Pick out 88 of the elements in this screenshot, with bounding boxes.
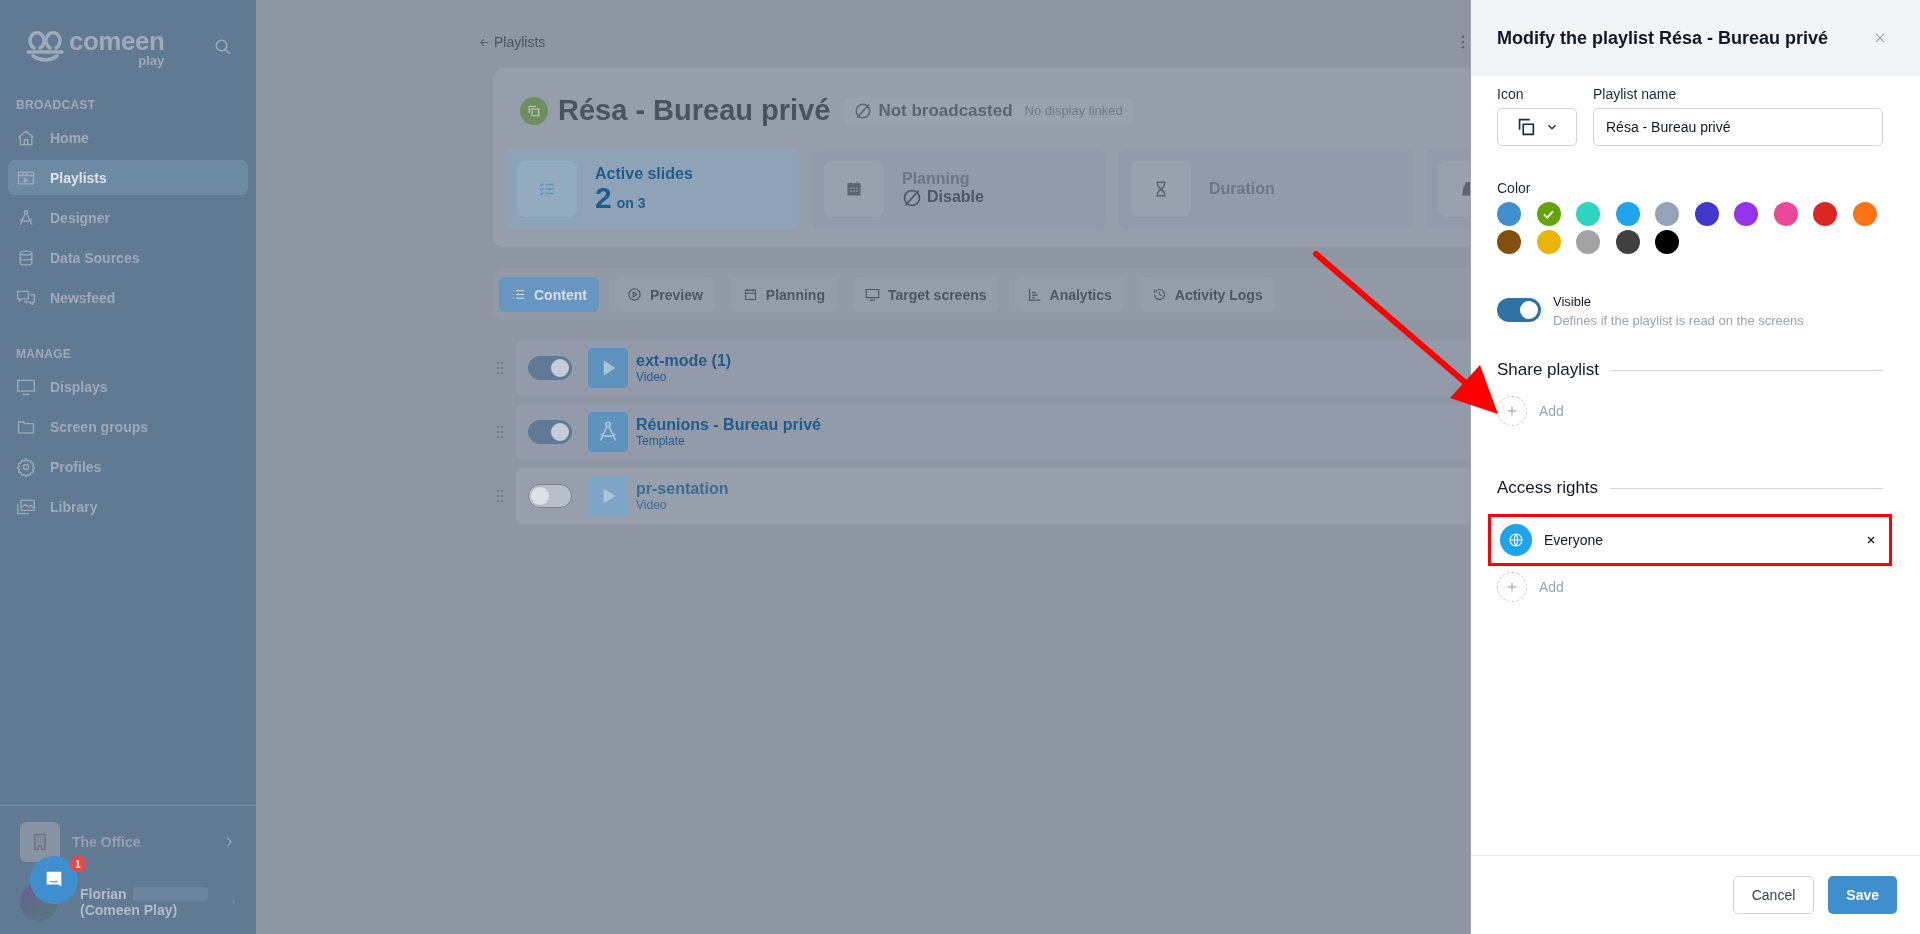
stat-value: Disable <box>927 188 984 206</box>
search-icon[interactable] <box>214 38 232 56</box>
calendar-icon <box>845 180 863 198</box>
cancel-button[interactable]: Cancel <box>1732 876 1815 914</box>
tab[interactable]: Content <box>499 277 599 312</box>
toggle-switch[interactable] <box>528 356 572 380</box>
slide-type: Video <box>636 498 668 512</box>
user-organization: (Comeen Play) <box>80 902 179 918</box>
access-name: Everyone <box>1544 532 1605 548</box>
slide-type: Template <box>636 434 686 448</box>
monitor-icon <box>864 287 880 302</box>
color-swatch[interactable] <box>1497 230 1521 254</box>
section-heading: Access rights <box>1497 478 1599 498</box>
drag-handle-icon[interactable] <box>496 489 504 503</box>
color-swatch[interactable] <box>1536 230 1561 254</box>
notification-badge: 1 <box>70 856 86 872</box>
nav-item[interactable]: Profiles <box>8 449 248 484</box>
toggle-switch[interactable] <box>528 420 572 444</box>
drag-handle-icon[interactable] <box>496 425 504 439</box>
close-icon[interactable] <box>1873 31 1887 45</box>
color-swatch[interactable] <box>1655 202 1679 226</box>
back-link[interactable]: Playlists <box>494 34 546 50</box>
status-text: Not broadcasted <box>878 100 1013 121</box>
slide-title: ext-mode (1) <box>636 352 732 370</box>
color-swatch[interactable] <box>1694 202 1719 226</box>
list-icon <box>511 287 526 302</box>
user-name: Florian <box>80 886 127 902</box>
nav-item[interactable]: Displays <box>8 369 248 404</box>
color-swatch[interactable] <box>1576 202 1600 226</box>
slide-type: Video <box>636 370 668 384</box>
toggle-description: Defines if the playlist is read on the screens <box>1553 313 1804 328</box>
nav-item[interactable]: Playlists <box>8 160 248 195</box>
slide-title: pr-sentation <box>636 480 729 498</box>
toggle-label: Visible <box>1553 294 1593 309</box>
save-button[interactable]: Save <box>1828 876 1897 914</box>
color-swatch[interactable] <box>1536 202 1561 226</box>
remove-icon[interactable] <box>1865 534 1877 546</box>
icon-dropdown[interactable] <box>1497 108 1577 146</box>
logo[interactable]: comeen play <box>25 27 165 67</box>
color-swatch[interactable] <box>1655 230 1679 254</box>
color-swatch[interactable] <box>1813 202 1837 226</box>
playlist-icon <box>520 96 548 125</box>
nav-item[interactable]: Library <box>8 489 248 524</box>
color-swatch[interactable] <box>1497 202 1521 226</box>
disabled-icon <box>902 188 922 208</box>
toggle-switch[interactable] <box>528 484 572 508</box>
building-icon <box>20 822 60 862</box>
slide-row[interactable]: ext-mode (1) Video <box>516 340 1470 396</box>
calendar-icon <box>742 287 758 302</box>
logo-name: comeen <box>69 27 165 54</box>
drag-handle-icon[interactable] <box>496 361 504 375</box>
field-label: Color <box>1497 180 1532 196</box>
nav-item[interactable]: Home <box>8 120 248 155</box>
more-icon[interactable] <box>1461 35 1465 49</box>
globe-icon <box>1500 524 1532 556</box>
section-title: BROADCAST <box>15 97 97 114</box>
chat-button[interactable] <box>30 856 78 904</box>
color-swatch[interactable] <box>1773 202 1798 226</box>
color-swatch[interactable] <box>1615 230 1640 254</box>
nav-item[interactable]: Screen groups <box>8 409 248 444</box>
slide-title: Réunions - Bureau privé <box>636 416 821 434</box>
disabled-icon <box>854 101 873 120</box>
nav-item[interactable]: Data Sources <box>8 240 248 275</box>
slide-row[interactable]: Réunions - Bureau privé Template <box>516 404 1470 460</box>
section-heading: Share playlist <box>1497 360 1600 380</box>
color-swatch[interactable] <box>1576 230 1600 254</box>
chart-icon <box>1026 287 1042 302</box>
history-icon <box>1151 287 1167 302</box>
logo-subtitle: play <box>138 53 165 67</box>
add-button[interactable]: Add <box>1497 572 1564 602</box>
color-swatch[interactable] <box>1734 202 1758 226</box>
nav-item[interactable]: Designer <box>8 200 248 235</box>
section-title: MANAGE <box>15 346 73 363</box>
color-swatch[interactable] <box>1615 202 1640 226</box>
stat-suffix: on 3 <box>616 195 646 211</box>
add-button[interactable]: Add <box>1497 396 1564 426</box>
field-label: Icon <box>1497 86 1525 102</box>
panel-title: Modify the playlist Résa - Bureau privé <box>1497 27 1829 49</box>
stat-value: 2 <box>595 183 612 213</box>
name-input[interactable]: Résa - Bureau privé <box>1593 108 1883 146</box>
playlist-title: Résa - Bureau privé <box>558 94 831 127</box>
toggle-switch[interactable] <box>1497 298 1541 322</box>
stat-card[interactable]: Active slides 2 on 3 <box>505 149 799 229</box>
field-label: Playlist name <box>1593 86 1678 102</box>
stat-label: Active slides <box>595 165 693 183</box>
settings-icon <box>16 456 36 477</box>
nav-item[interactable]: Newsfeed <box>8 280 248 315</box>
color-swatch[interactable] <box>1852 202 1877 226</box>
